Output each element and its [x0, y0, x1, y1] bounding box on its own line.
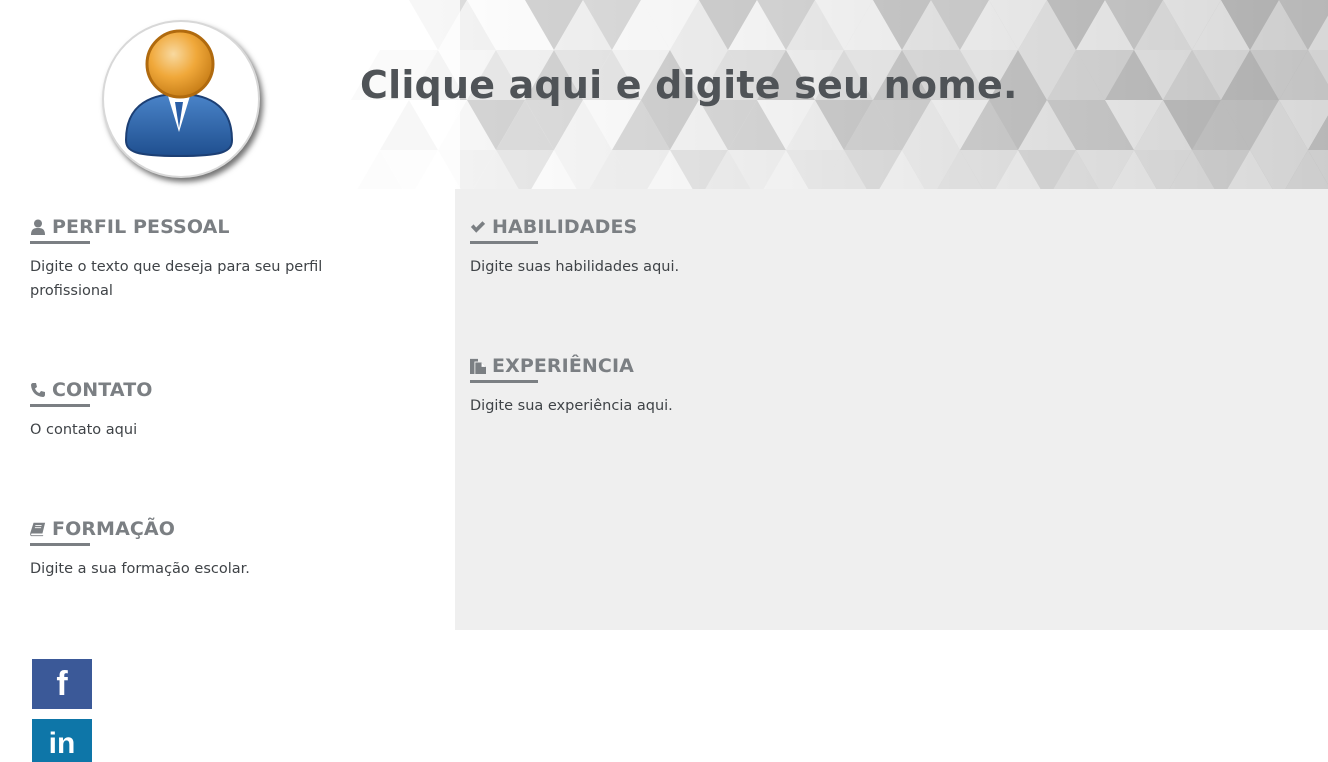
title-underline [470, 241, 538, 244]
facebook-button[interactable]: f [32, 659, 92, 709]
facebook-icon: f [56, 665, 68, 703]
check-icon [470, 219, 486, 235]
section-contato: CONTATO O contato aqui [30, 377, 360, 442]
section-title: PERFIL PESSOAL [52, 216, 230, 238]
linkedin-icon: in [48, 727, 76, 760]
section-habilidades: HABILIDADES Digite suas habilidades aqui… [470, 214, 1070, 279]
book-icon [30, 521, 46, 537]
resume-name[interactable]: Clique aqui e digite seu nome. [360, 63, 1018, 107]
user-avatar-icon [124, 29, 234, 158]
section-text[interactable]: Digite sua experiência aqui. [470, 394, 1070, 418]
section-title: EXPERIÊNCIA [492, 355, 634, 377]
section-title: FORMAÇÃO [52, 518, 175, 540]
phone-icon [30, 382, 46, 398]
title-underline [470, 380, 538, 383]
left-column: PERFIL PESSOAL Digite o texto que deseja… [0, 189, 455, 630]
title-underline [30, 543, 90, 546]
section-formacao: FORMAÇÃO Digite a sua formação escolar. [30, 516, 360, 581]
linkedin-button[interactable]: in [32, 719, 92, 762]
section-text[interactable]: Digite suas habilidades aqui. [470, 255, 1070, 279]
files-icon [470, 358, 486, 374]
section-perfil: PERFIL PESSOAL Digite o texto que deseja… [30, 214, 360, 303]
section-title: HABILIDADES [492, 216, 638, 238]
profile-photo[interactable] [102, 20, 260, 178]
section-title: CONTATO [52, 379, 153, 401]
title-underline [30, 404, 90, 407]
section-text[interactable]: Digite a sua formação escolar. [30, 557, 360, 581]
title-underline [30, 241, 90, 244]
right-column: HABILIDADES Digite suas habilidades aqui… [455, 189, 1328, 630]
section-text[interactable]: O contato aqui [30, 418, 360, 442]
user-icon [30, 219, 46, 235]
section-experiencia: EXPERIÊNCIA Digite sua experiência aqui. [470, 353, 1070, 418]
header-banner: Clique aqui e digite seu nome. [0, 0, 1328, 189]
section-text[interactable]: Digite o texto que deseja para seu perfi… [30, 255, 360, 303]
